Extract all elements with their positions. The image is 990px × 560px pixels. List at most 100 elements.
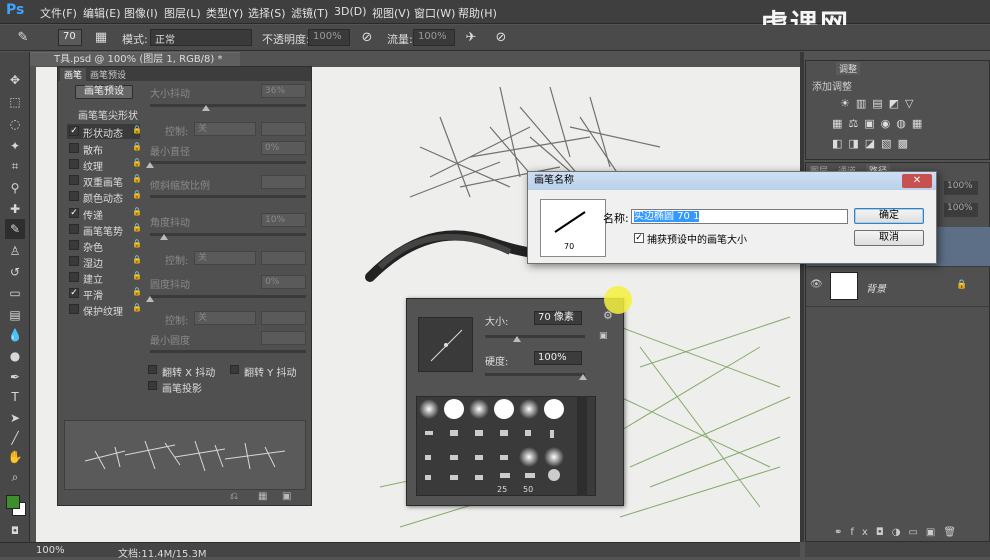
type-tool-icon[interactable]: T bbox=[5, 387, 25, 407]
path-select-icon[interactable]: ➤ bbox=[5, 408, 25, 428]
cancel-button[interactable]: 取消 bbox=[854, 230, 924, 246]
tab-adjustments[interactable]: 调整 bbox=[836, 62, 861, 75]
checkbox[interactable] bbox=[69, 175, 79, 185]
close-button[interactable]: ✕ bbox=[902, 174, 932, 188]
flow-input[interactable]: 100% bbox=[413, 29, 455, 46]
flip-x-checkbox[interactable] bbox=[148, 365, 157, 374]
menu-type[interactable]: 类型(Y) bbox=[206, 5, 243, 21]
adjustment-icons-row2[interactable]: ▦⚖▣◉◍▦ bbox=[832, 117, 928, 130]
checkbox[interactable] bbox=[69, 159, 79, 169]
tab-brush-presets[interactable]: 画笔预设 bbox=[86, 68, 130, 81]
option-noise[interactable]: 杂色 🔒 bbox=[67, 238, 142, 254]
menu-3d[interactable]: 3D(D) bbox=[334, 5, 367, 18]
magic-wand-icon[interactable]: ✦ bbox=[5, 136, 25, 156]
slider-knob[interactable] bbox=[202, 105, 210, 111]
size-jitter-value[interactable]: 36% bbox=[261, 84, 306, 98]
healing-brush-icon[interactable]: ✚ bbox=[5, 199, 25, 219]
eye-icon[interactable]: 👁 bbox=[810, 279, 823, 290]
hand-tool-icon[interactable]: ✋ bbox=[5, 447, 25, 467]
airbrush-icon[interactable]: ✈ bbox=[462, 29, 480, 47]
slider-knob[interactable] bbox=[146, 162, 154, 168]
crop-tool-icon[interactable]: ⌗ bbox=[5, 156, 25, 176]
checkbox[interactable]: ✓ bbox=[69, 208, 79, 218]
menu-help[interactable]: 帮助(H) bbox=[458, 5, 497, 21]
brush-name-input[interactable]: 实边椭圆 70 1 bbox=[631, 209, 848, 224]
slider-knob[interactable] bbox=[579, 374, 587, 380]
checkbox[interactable] bbox=[69, 143, 79, 153]
size-slider[interactable] bbox=[485, 335, 585, 338]
projection-checkbox[interactable] bbox=[148, 381, 157, 390]
brush-presets-button[interactable]: 画笔预设 bbox=[75, 85, 133, 99]
layer-actions-icons[interactable]: ⚭fx◘◑▭▣🗑 bbox=[834, 527, 964, 538]
control3-field[interactable] bbox=[261, 311, 306, 325]
flip-y-checkbox[interactable] bbox=[230, 365, 239, 374]
eyedropper-icon[interactable]: ⚲ bbox=[5, 178, 25, 198]
capture-size-checkbox[interactable]: ✓ bbox=[634, 233, 644, 243]
grid-icon[interactable]: ▦ bbox=[258, 491, 267, 502]
brush-presets-grid[interactable]: 25 50 bbox=[416, 396, 596, 496]
layer-fill-input[interactable]: 100% bbox=[944, 203, 978, 217]
checkbox[interactable] bbox=[69, 304, 79, 314]
adjustment-icons-row3[interactable]: ◧◨◪▧▩ bbox=[832, 137, 914, 150]
hardness-input[interactable]: 100% bbox=[534, 351, 582, 365]
slider-knob[interactable] bbox=[160, 234, 168, 240]
pressure-size-icon[interactable]: ⊘ bbox=[492, 29, 510, 47]
min-diameter-slider[interactable] bbox=[150, 161, 306, 164]
marquee-tool-icon[interactable]: ⬚ bbox=[5, 92, 25, 112]
pen-tool-icon[interactable]: ✒ bbox=[5, 367, 25, 387]
layer-name[interactable]: 背景 bbox=[866, 280, 886, 295]
checkbox[interactable] bbox=[69, 240, 79, 250]
menu-image[interactable]: 图像(I) bbox=[124, 5, 158, 21]
new-brush-icon[interactable]: ▣ bbox=[282, 491, 291, 502]
menu-view[interactable]: 视图(V) bbox=[372, 5, 410, 21]
menu-filter[interactable]: 滤镜(T) bbox=[291, 5, 328, 21]
checkbox[interactable] bbox=[69, 256, 79, 266]
eraser-tool-icon[interactable]: ▭ bbox=[5, 283, 25, 303]
blur-tool-icon[interactable]: 💧 bbox=[5, 325, 25, 345]
slider-knob[interactable] bbox=[513, 336, 521, 342]
min-diameter-value[interactable]: 0% bbox=[261, 141, 306, 155]
roundness-jitter-value[interactable]: 0% bbox=[261, 275, 306, 289]
control-field[interactable] bbox=[261, 122, 306, 136]
layer-opacity-input[interactable]: 100% bbox=[944, 181, 978, 195]
option-scattering[interactable]: 散布 🔒 bbox=[67, 141, 142, 157]
min-roundness-value[interactable] bbox=[261, 331, 306, 345]
tilt-scale-value[interactable] bbox=[261, 175, 306, 189]
checkbox[interactable] bbox=[69, 272, 79, 282]
checkbox[interactable] bbox=[69, 191, 79, 201]
option-color-dynamics[interactable]: 颜色动态 🔒 bbox=[67, 189, 142, 205]
hardness-slider[interactable] bbox=[485, 373, 585, 376]
opacity-input[interactable]: 100% bbox=[308, 29, 350, 46]
gradient-tool-icon[interactable]: ▤ bbox=[5, 305, 25, 325]
control2-select[interactable]: 关 bbox=[194, 251, 256, 265]
foreground-color-swatch[interactable] bbox=[6, 495, 20, 509]
min-roundness-slider[interactable] bbox=[150, 350, 306, 353]
option-smoothing[interactable]: ✓ 平滑 🔒 bbox=[67, 286, 142, 302]
option-protect-texture[interactable]: 保护纹理 🔒 bbox=[67, 302, 142, 318]
checkbox[interactable]: ✓ bbox=[69, 126, 79, 136]
tilt-scale-slider[interactable] bbox=[150, 195, 306, 198]
move-tool-icon[interactable]: ✥ bbox=[5, 70, 25, 90]
option-dual-brush[interactable]: 双重画笔 🔒 bbox=[67, 173, 142, 189]
pressure-opacity-icon[interactable]: ⊘ bbox=[358, 29, 376, 47]
mode-select[interactable]: 正常 bbox=[150, 29, 252, 46]
angle-jitter-value[interactable]: 10% bbox=[261, 213, 306, 227]
lasso-tool-icon[interactable]: ◌ bbox=[5, 114, 25, 134]
control2-field[interactable] bbox=[261, 251, 306, 265]
option-shape-dynamics[interactable]: ✓ 形状动态 🔒 bbox=[67, 124, 142, 140]
menu-window[interactable]: 窗口(W) bbox=[414, 5, 455, 21]
angle-jitter-slider[interactable] bbox=[150, 233, 306, 236]
option-texture[interactable]: 纹理 🔒 bbox=[67, 157, 142, 173]
zoom-tool-icon[interactable]: ⌕ bbox=[5, 467, 25, 487]
option-build-up[interactable]: 建立 🔒 bbox=[67, 270, 142, 286]
menu-file[interactable]: 文件(F) bbox=[40, 5, 77, 21]
roundness-jitter-slider[interactable] bbox=[150, 295, 306, 298]
quick-mask-icon[interactable]: ◘ bbox=[5, 522, 25, 542]
tab-brush[interactable]: 画笔 bbox=[60, 68, 87, 81]
slider-knob[interactable] bbox=[146, 296, 154, 302]
option-transfer[interactable]: ✓ 传递 🔒 bbox=[67, 206, 142, 222]
brush-tool-icon[interactable]: ✎ bbox=[5, 219, 25, 239]
layer-row-background[interactable]: 👁 背景 🔒 bbox=[806, 267, 990, 307]
brush-tool-icon[interactable]: ✎ bbox=[14, 29, 32, 47]
option-brush-pose[interactable]: 画笔笔势 🔒 bbox=[67, 222, 142, 238]
